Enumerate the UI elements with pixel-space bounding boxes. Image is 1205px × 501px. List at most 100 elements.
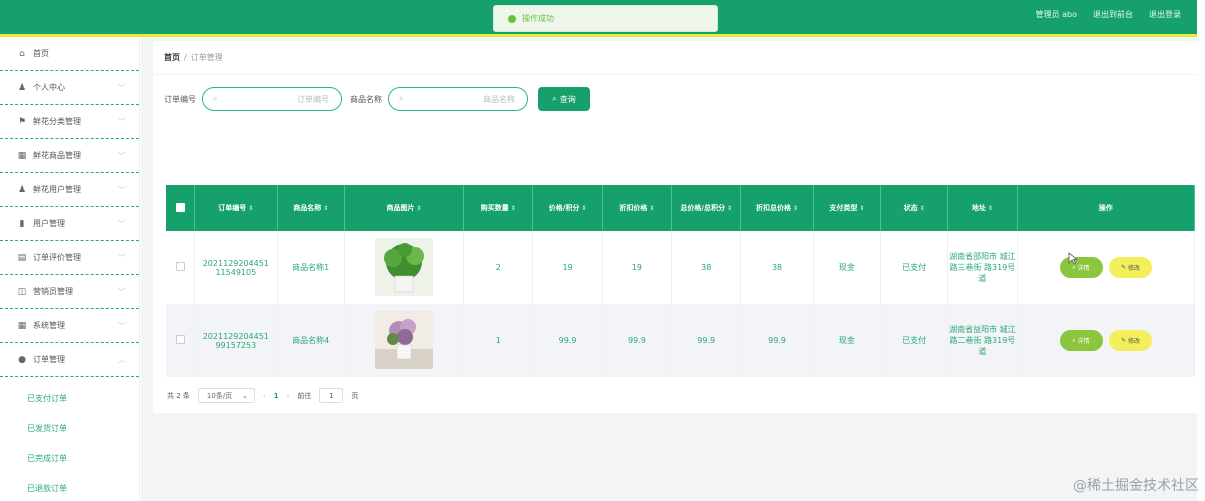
next-page-icon[interactable]: › [287,392,290,400]
goods-name-input[interactable]: ⌕ 商品名称 [388,87,528,111]
cell-order-no: 2021129204451 11549105 [194,231,278,304]
sort-icon: ⇕ [416,205,422,212]
submenu-item[interactable]: 已发货订单 [0,413,139,443]
back-home-link[interactable]: 退出到前台 [1093,9,1133,20]
breadcrumb-home[interactable]: 首页 [164,52,180,63]
copy-icon: ◫ [17,286,27,297]
cell-discount-total: 38 [740,231,814,304]
grid-icon: ▦ [17,150,27,161]
page-unit: 页 [351,391,359,400]
pagination: 共 2 条 10条/页 ⌄ ‹ 1 › 前往 1 页 [167,388,358,403]
row-checkbox[interactable] [175,262,185,271]
sidebar-item-label: 鲜花用户管理 [33,185,81,194]
cell-total: 38 [671,231,742,304]
chevron-down-icon: ﹀ [118,253,125,262]
page-size-select[interactable]: 10条/页 ⌄ [197,388,255,403]
page-number[interactable]: 1 [274,392,279,400]
col-discount-total[interactable]: 折扣总价格 ⇕ [740,185,814,231]
goto-page-input[interactable]: 1 [319,388,344,403]
prev-page-icon[interactable]: ‹ [263,392,266,400]
edit-label: 修改 [1128,337,1141,345]
sort-icon: ⇕ [323,205,329,212]
select-all-checkbox[interactable] [175,202,185,212]
sort-icon: ⇕ [859,205,865,212]
submenu-item[interactable]: 已支付订单 [0,383,139,413]
sidebar-item-label: 订单管理 [33,355,65,364]
cell-goods-image [344,231,465,304]
order-no-input[interactable]: ⌕ 订单编号 [202,87,342,111]
col-quantity[interactable]: 购买数量 ⇕ [463,185,534,231]
detail-button[interactable]: ⌕ 详情 [1059,330,1103,352]
goods-name-label: 商品名称 [350,94,382,104]
sidebar-item[interactable]: ▦ 鲜花商品管理 ﹀ [0,139,139,173]
cell-address: 湖南省益阳市 城江路二巷街 路319号道 [947,304,1018,377]
col-address[interactable]: 地址 ⇕ [947,185,1018,231]
sidebar-item-label: 首页 [33,49,49,58]
sidebar-item-label: 订单评价管理 [33,253,81,262]
edit-icon: ✎ [1121,336,1127,344]
goods-name-placeholder: 商品名称 [483,94,515,104]
col-total[interactable]: 总价格/总积分 ⇕ [671,185,742,231]
edit-button[interactable]: ✎ 修改 [1109,329,1153,351]
col-discount-price[interactable]: 折扣价格 ⇕ [602,185,673,231]
edit-icon: ✎ [1121,263,1127,271]
edit-button[interactable]: ✎ 修改 [1109,256,1153,278]
cell-discount-price: 19 [602,231,673,304]
col-actions: 操作 [1017,185,1196,231]
sidebar-item[interactable]: ⚑ 鲜花分类管理 ﹀ [0,105,139,139]
sidebar-item[interactable]: ▤ 订单评价管理 ﹀ [0,241,139,275]
order-no-label: 订单编号 [164,94,196,104]
cell-actions: ⌕ 详情 ✎ 修改 [1017,231,1196,304]
cell-goods-image [344,304,465,377]
sidebar-item-label: 鲜花分类管理 [33,117,81,126]
submenu-item[interactable]: 已完成订单 [0,443,139,473]
chevron-down-icon: ﹀ [118,185,125,194]
sort-icon: ⇕ [793,205,799,212]
goods-image [374,237,433,296]
sidebar-item-label: 鲜花商品管理 [33,151,81,160]
cell-price: 19 [532,231,603,304]
sidebar-item[interactable]: ⌂ 首页 [0,37,139,71]
col-status[interactable]: 状态 ⇕ [880,185,949,231]
query-button[interactable]: ⌕ 查询 [538,87,590,111]
sidebar-item[interactable]: ▮ 用户管理 ﹀ [0,207,139,241]
sidebar-item[interactable]: ◫ 营销员管理 ﹀ [0,275,139,309]
table-header-row: 订单编号 ⇕ 商品名称 ⇕ 商品图片 ⇕ 购买数量 ⇕ 价格/积分 ⇕ 折扣价格 ⇕ 总价格… [166,185,1196,231]
sidebar-item[interactable]: ▦ 系统管理 ﹀ [0,309,139,343]
chevron-down-icon: ﹀ [118,287,125,296]
detail-label: 详情 [1077,338,1090,346]
chevron-down-icon: ﹀ [118,151,125,160]
toast-text: 操作成功 [522,14,554,23]
table-icon: ▤ [17,252,27,263]
sidebar-item[interactable]: ● 订单管理 ︿ [0,343,139,377]
search-icon: ⌕ [399,94,404,103]
logout-link[interactable]: 退出登录 [1149,9,1181,20]
row-checkbox[interactable] [175,335,185,344]
col-price[interactable]: 价格/积分 ⇕ [532,185,603,231]
submenu-item[interactable]: 已退款订单 [0,473,139,501]
table-row[interactable]: 2021129204451 11549105 商品名称1 2 19 19 38 … [166,231,1196,304]
sidebar-item[interactable]: ♟ 鲜花用户管理 ﹀ [0,173,139,207]
order-panel: 订单编号 ⌕ 订单编号 商品名称 ⌕ 商品名称 ⌕ 查询 订单编号 ⇕ 商品名称… [153,75,1197,413]
top-bar: 操作成功 管理员 abo 退出到前台 退出登录 [0,0,1197,34]
detail-button[interactable]: ⌕ 详情 [1059,257,1103,279]
sidebar-item-label: 系统管理 [33,321,65,330]
chevron-down-icon: ﹀ [118,117,125,126]
col-order-no[interactable]: 订单编号 ⇕ [194,185,278,231]
cell-status: 已支付 [880,231,949,304]
cell-pay-type: 现金 [813,231,881,304]
edit-label: 修改 [1128,264,1141,272]
table-row[interactable]: 2021129204451 99157253 商品名称4 1 99.9 99.9… [166,304,1196,377]
cell-price: 99.9 [532,304,603,377]
chart-icon: ▮ [19,218,25,229]
sidebar-item[interactable]: ♟ 个人中心 ﹀ [0,71,139,105]
col-goods-name[interactable]: 商品名称 ⇕ [277,185,345,231]
chevron-down-icon: ︿ [118,355,125,364]
col-pay-type[interactable]: 支付类型 ⇕ [813,185,881,231]
col-goods-image[interactable]: 商品图片 ⇕ [344,185,465,231]
cell-actions: ⌕ 详情 ✎ 修改 [1017,304,1196,377]
flag-icon: ⚑ [17,116,27,127]
select-all-cell[interactable] [166,185,196,231]
cell-discount-price: 99.9 [602,304,673,377]
sort-icon: ⇕ [510,205,516,212]
